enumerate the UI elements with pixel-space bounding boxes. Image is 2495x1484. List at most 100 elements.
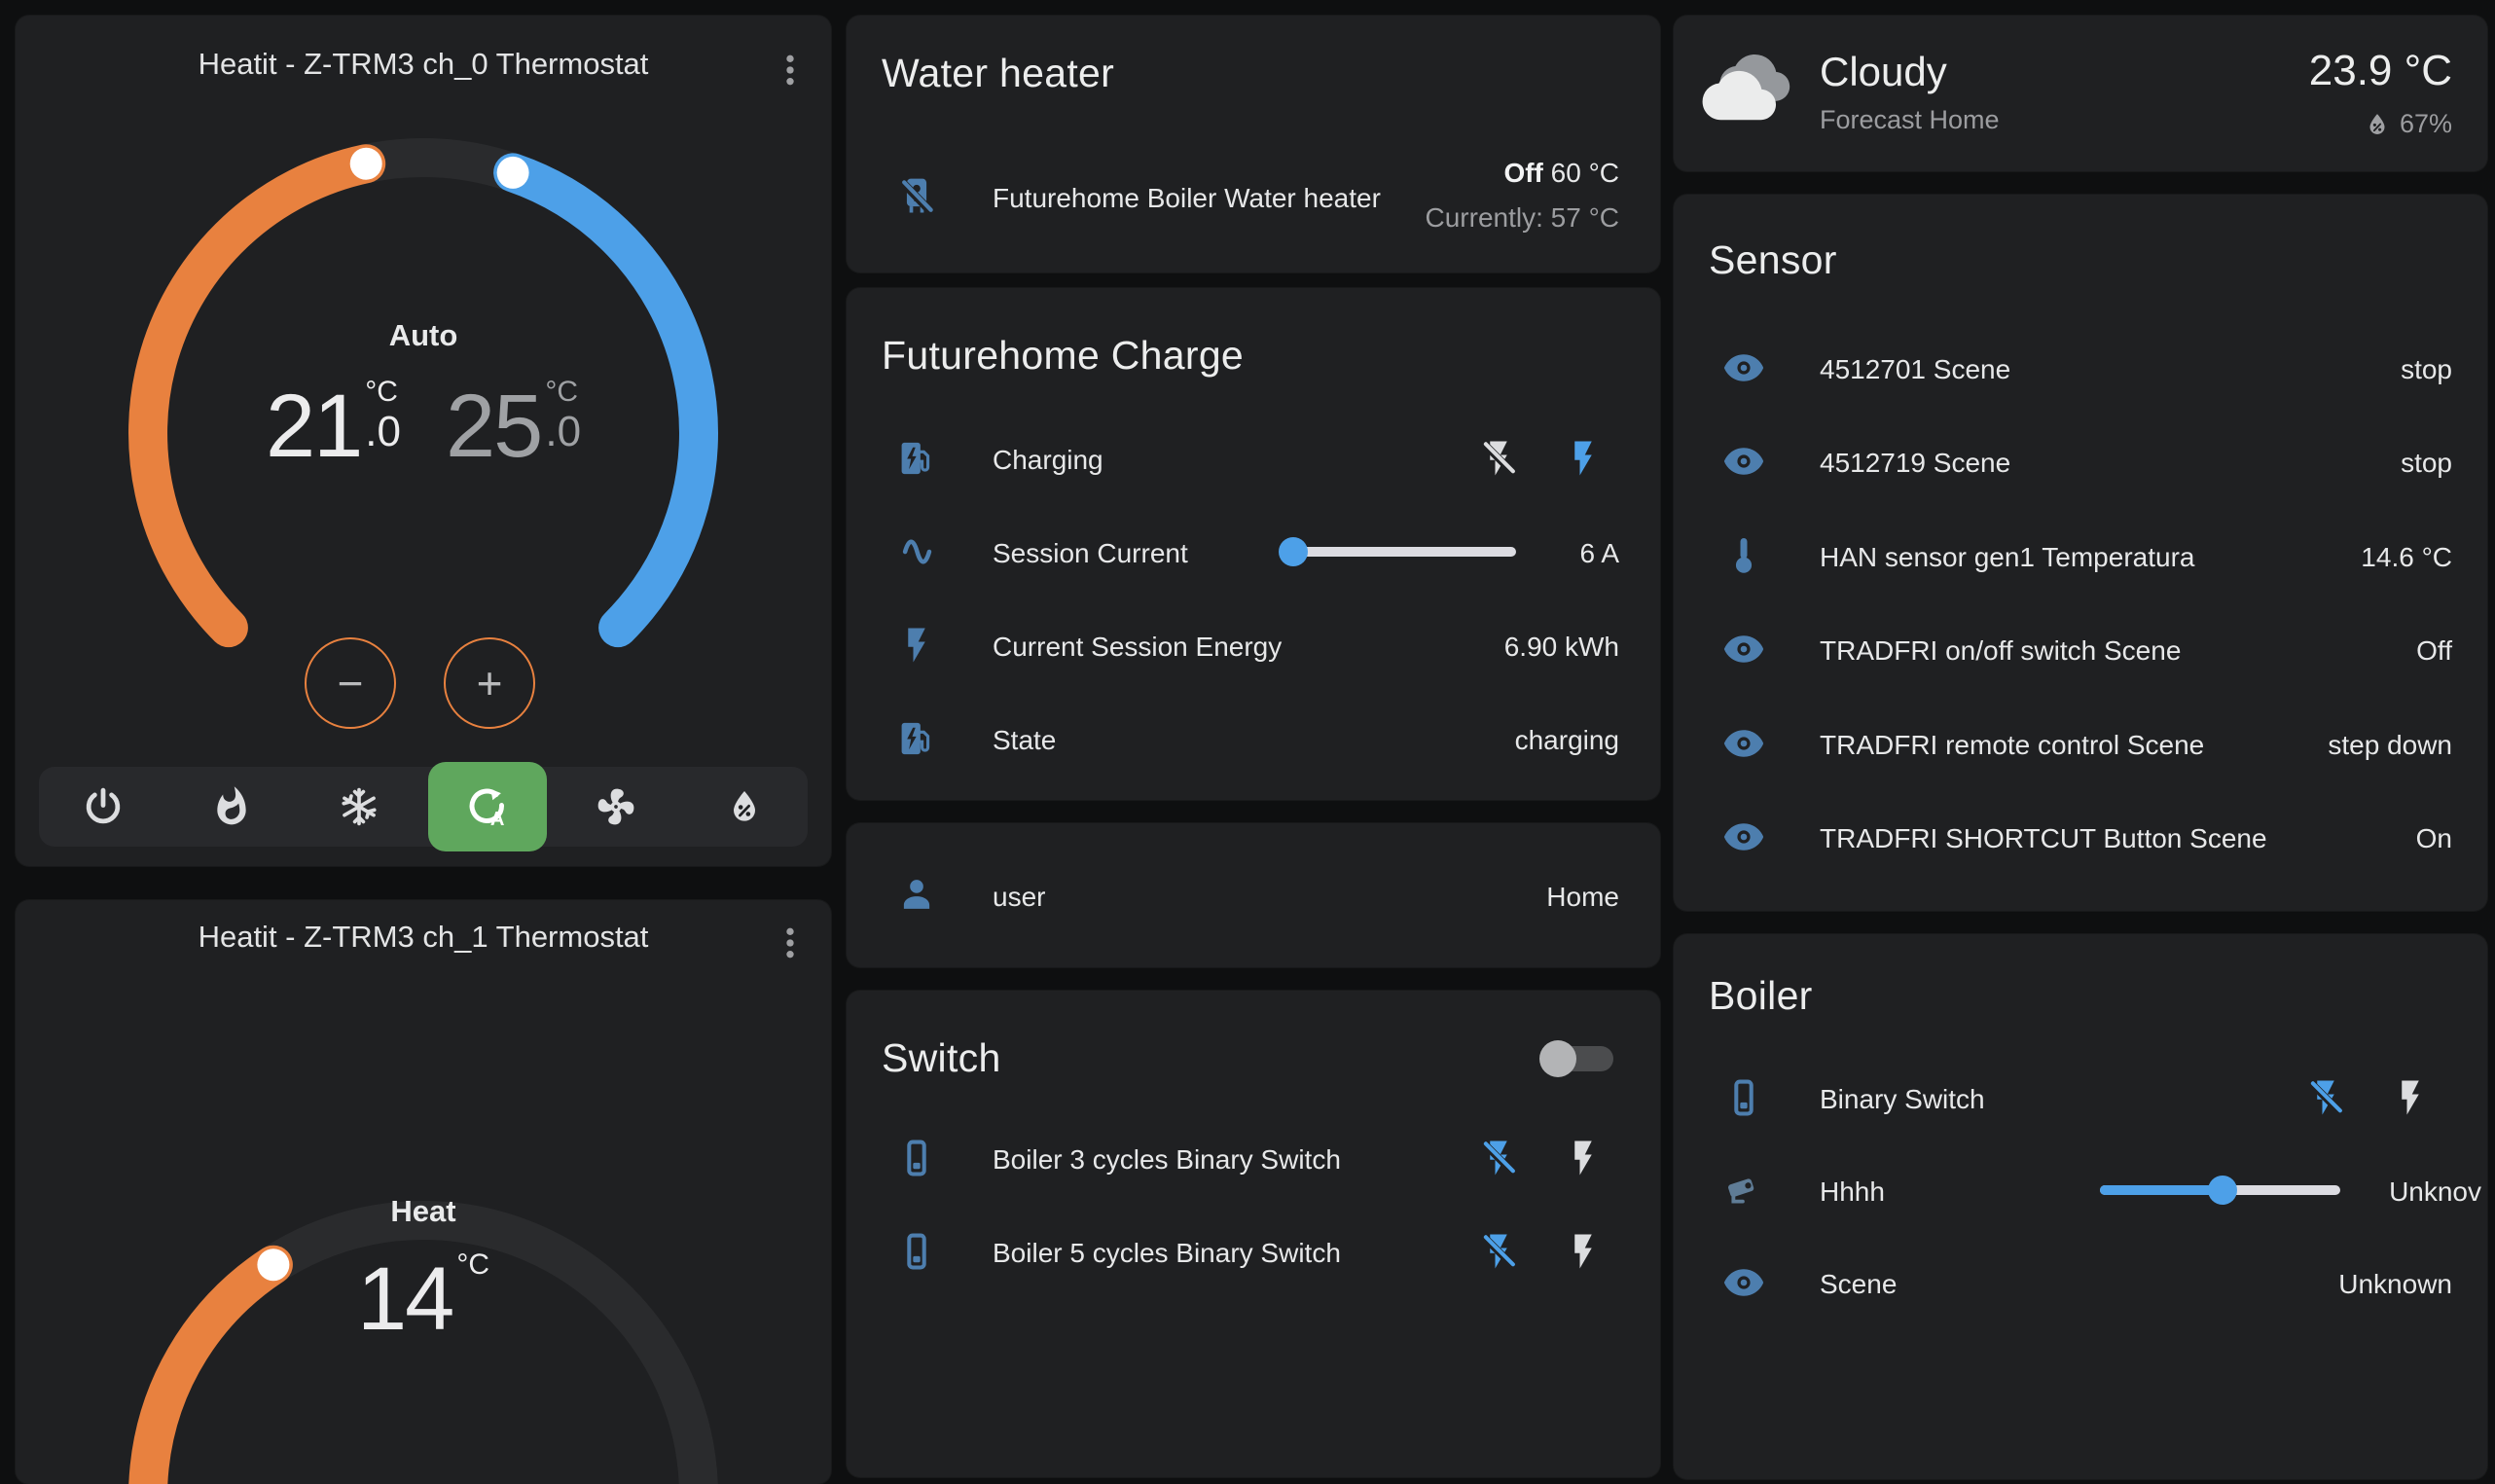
- entity-label[interactable]: Boiler 3 cycles Binary Switch: [993, 1144, 1341, 1176]
- thermostat-auto-icon[interactable]: A: [466, 785, 509, 828]
- session-energy-value: 6.90 kWh: [1504, 632, 1619, 663]
- person-icon: [896, 874, 937, 915]
- switch-card: Switch Boiler 3 cycles Binary Switch Boi…: [847, 991, 1660, 1477]
- target-temp-text: 60 °C: [1551, 158, 1619, 188]
- cloudy-weather-icon: [1701, 43, 1790, 132]
- flash-icon[interactable]: [1563, 1138, 1604, 1178]
- weather-source: Forecast Home: [1820, 105, 2000, 135]
- entity-label[interactable]: Binary Switch: [1820, 1084, 1985, 1115]
- hhhh-slider-knob[interactable]: [2208, 1176, 2237, 1205]
- thermostat-card-ch1: Heatit - Z-TRM3 ch_1 Thermostat Heat 14 …: [16, 900, 831, 1484]
- entity-label[interactable]: Session Current: [993, 538, 1188, 569]
- thermostat-title: Heatit - Z-TRM3 ch_1 Thermostat: [16, 920, 831, 955]
- setpoint-high-value: 25: [446, 376, 541, 478]
- setpoint-high-unit: °C: [545, 376, 578, 409]
- flash-icon[interactable]: [1563, 1231, 1604, 1272]
- entity-label[interactable]: user: [993, 882, 1045, 913]
- entity-label[interactable]: 4512701 Scene: [1820, 354, 2010, 385]
- setpoint-high-decimal: .0: [545, 409, 581, 455]
- flash-icon[interactable]: [1563, 438, 1604, 479]
- water-percent-icon[interactable]: [723, 785, 766, 828]
- card-title: Futurehome Charge: [882, 333, 1244, 379]
- entity-label[interactable]: Boiler 5 cycles Binary Switch: [993, 1238, 1341, 1269]
- entity-label[interactable]: Charging: [993, 445, 1103, 476]
- flash-off-icon[interactable]: [1478, 1231, 1519, 1272]
- thermostat-card-ch0: Heatit - Z-TRM3 ch_0 Thermostat Auto 21 …: [16, 16, 831, 866]
- entity-label[interactable]: TRADFRI remote control Scene: [1820, 730, 2204, 761]
- fire-icon[interactable]: [210, 785, 253, 828]
- entity-label[interactable]: State: [993, 725, 1056, 756]
- setpoint-low-value: 21: [266, 376, 361, 478]
- switch-toggle-knob[interactable]: [1539, 1040, 1576, 1077]
- entity-label[interactable]: Scene: [1820, 1269, 1897, 1300]
- fan-icon[interactable]: [595, 785, 637, 828]
- water-boiler-off-icon[interactable]: [895, 175, 938, 218]
- user-location-value: Home: [1546, 882, 1619, 913]
- card-title: Sensor: [1709, 237, 1837, 283]
- charge-state-value: charging: [1515, 725, 1619, 756]
- setpoint-low: 21 °C .0: [266, 376, 401, 478]
- entity-label[interactable]: Futurehome Boiler Water heater: [993, 183, 1381, 214]
- eye-icon: [1722, 440, 1765, 483]
- weather-humidity: 67%: [2363, 109, 2452, 139]
- ev-station-icon: [896, 438, 937, 479]
- entity-label[interactable]: TRADFRI on/off switch Scene: [1820, 635, 2181, 667]
- setpoint-low-unit: °C: [365, 376, 398, 409]
- thermostat-setpoints: 21 °C .0 25 °C .0: [16, 376, 831, 478]
- entity-value: Unknov: [2389, 1176, 2481, 1208]
- card-title: Switch: [882, 1035, 1001, 1081]
- entity-value: Off: [2416, 635, 2452, 667]
- weather-card[interactable]: Cloudy Forecast Home 23.9 °C 67%: [1674, 16, 2487, 171]
- thermostat-mode-label: Auto: [16, 318, 831, 353]
- decrease-temp-button[interactable]: −: [305, 637, 396, 729]
- weather-temperature: 23.9 °C: [2309, 47, 2452, 95]
- session-current-slider[interactable]: [1284, 547, 1516, 557]
- thermostat-mode-label: Heat: [16, 1194, 831, 1229]
- light-switch-icon: [896, 1231, 937, 1272]
- dial-low-handle[interactable]: [350, 148, 382, 180]
- eye-icon: [1722, 815, 1765, 858]
- eye-icon: [1722, 346, 1765, 389]
- entity-label[interactable]: 4512719 Scene: [1820, 448, 2010, 479]
- entity-label[interactable]: TRADFRI SHORTCUT Button Scene: [1820, 823, 2267, 854]
- eye-icon: [1722, 628, 1765, 670]
- flash-icon[interactable]: [2390, 1077, 2431, 1118]
- flash-icon: [896, 625, 937, 666]
- svg-text:A: A: [490, 809, 505, 828]
- session-current-slider-knob[interactable]: [1279, 537, 1308, 566]
- setpoint-unit: °C: [456, 1249, 489, 1282]
- humidity-icon: [2363, 110, 2392, 139]
- ev-station-icon: [896, 718, 937, 759]
- entity-label[interactable]: HAN sensor gen1 Temperatura: [1820, 542, 2194, 573]
- flash-off-icon[interactable]: [1478, 438, 1519, 479]
- card-title: Boiler: [1709, 973, 1813, 1019]
- entity-value: step down: [2328, 730, 2452, 761]
- snowflake-icon[interactable]: [338, 785, 380, 828]
- eye-icon: [1722, 1261, 1765, 1304]
- increase-temp-button[interactable]: +: [444, 637, 535, 729]
- entity-label[interactable]: Hhhh: [1820, 1176, 1885, 1208]
- light-switch-icon: [1723, 1077, 1764, 1118]
- sine-wave-icon: [896, 531, 937, 572]
- session-current-value: 6 A: [1580, 538, 1619, 569]
- boiler-card: Boiler Binary Switch Hhhh Unknov Scene U…: [1674, 934, 2487, 1479]
- light-switch-icon: [896, 1138, 937, 1178]
- dial-high-handle[interactable]: [497, 157, 529, 189]
- weather-condition: Cloudy: [1820, 49, 1947, 95]
- thermostat-title: Heatit - Z-TRM3 ch_0 Thermostat: [16, 47, 831, 82]
- entity-label[interactable]: Current Session Energy: [993, 632, 1282, 663]
- thermometer-icon: [1722, 534, 1765, 577]
- humidity-value: 67%: [2400, 109, 2452, 139]
- power-icon[interactable]: [82, 785, 125, 828]
- sensor-card: Sensor 4512701 Scene stop 4512719 Scene …: [1674, 195, 2487, 911]
- flash-off-icon[interactable]: [2305, 1077, 2346, 1118]
- more-options-icon[interactable]: [771, 51, 810, 90]
- hhhh-slider-fill: [2100, 1185, 2223, 1195]
- card-title: Water heater: [882, 51, 1114, 96]
- more-options-icon[interactable]: [771, 923, 810, 962]
- entity-value: Unknown: [2338, 1269, 2452, 1300]
- entity-value: On: [2416, 823, 2452, 854]
- user-card: user Home: [847, 823, 1660, 967]
- entity-value: stop: [2401, 448, 2452, 479]
- flash-off-icon[interactable]: [1478, 1138, 1519, 1178]
